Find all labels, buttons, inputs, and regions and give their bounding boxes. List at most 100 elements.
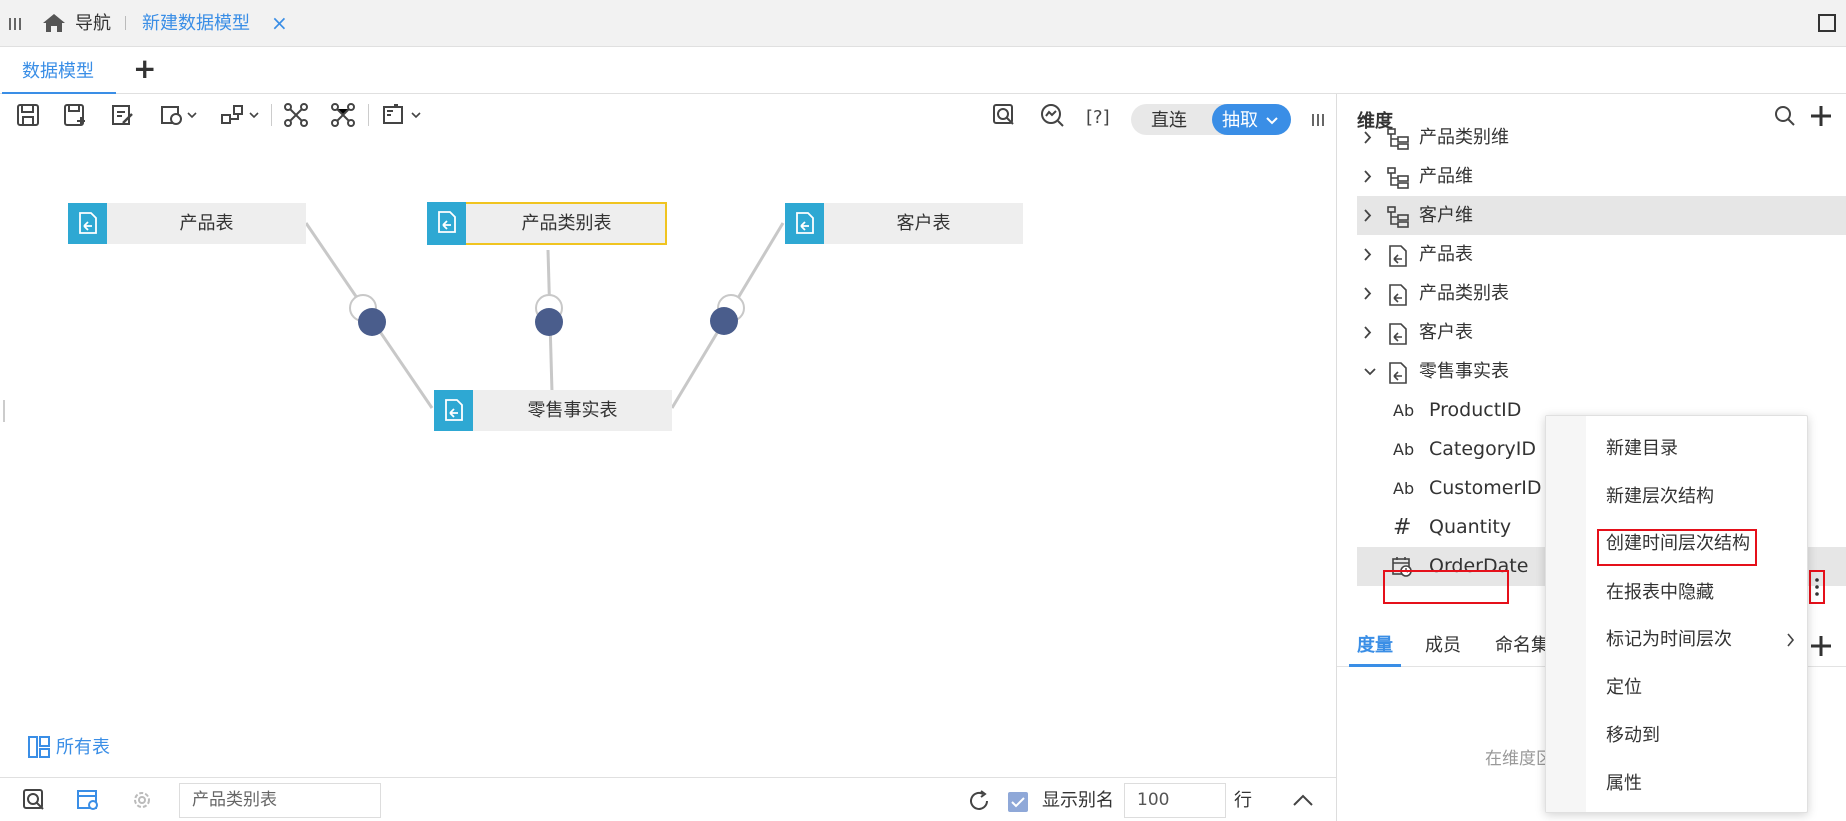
tab-active-underline [2,92,116,94]
search-model-icon[interactable] [990,101,1018,129]
menu-item-new-folder[interactable]: 新建目录 [1606,434,1678,464]
more-options-icon[interactable] [1809,570,1825,604]
orderdate-highlight [1383,570,1509,604]
layout-icon [28,736,50,758]
show-alias-checkbox[interactable] [1008,792,1028,812]
row-count-input[interactable]: 100 [1124,783,1226,818]
tree-item-category-table[interactable]: 产品类别表 [1357,274,1846,313]
menu-toggle-icon[interactable] [8,17,22,31]
menu-item-mark-time-hierarchy[interactable]: 标记为时间层次 [1606,625,1732,655]
text-type-icon: Ab [1393,479,1415,498]
join-node[interactable] [710,307,738,335]
model-canvas[interactable]: 产品表 产品类别表 客户表 零售事实表 所有表 [0,140,1336,780]
chevron-right-icon[interactable] [1363,274,1377,313]
tab-row: 数据模型 + [0,47,1846,94]
join-node[interactable] [535,308,563,336]
chevron-right-icon[interactable] [1363,196,1377,235]
join-node[interactable] [358,308,386,336]
status-bar: 产品类别表 显示别名 100 行 [0,777,1336,821]
layout-dropdown-icon[interactable] [218,101,262,129]
table-icon [434,390,473,431]
number-type-icon: # [1393,515,1412,540]
chevron-right-icon[interactable] [1363,157,1377,196]
auto-relation-icon[interactable] [329,101,357,129]
menu-item-properties[interactable]: 属性 [1606,769,1642,799]
connection-mode-toggle[interactable]: 直连 抽取 [1131,104,1291,135]
tree-item-customer-table[interactable]: 客户表 [1357,313,1846,352]
field-label: CategoryID [1429,438,1537,460]
table-view-icon[interactable] [76,788,100,812]
tree-item-customer-dimension[interactable]: 客户维 [1357,196,1846,235]
text-type-icon: Ab [1393,440,1415,459]
table-name-value: 产品类别表 [192,790,277,810]
tree-item-product-dimension[interactable]: 产品维 [1357,157,1846,196]
relation-icon[interactable] [282,101,310,129]
toolbar-divider [271,104,272,126]
table-label: 产品类别表 [521,213,612,234]
table-name-input[interactable]: 产品类别表 [179,783,381,818]
home-icon[interactable] [42,12,66,34]
nav-link[interactable]: 导航 [75,0,111,47]
chevron-up-icon[interactable] [1292,792,1314,808]
chevron-right-icon[interactable] [1363,235,1377,274]
tab-active-underline [1349,664,1401,667]
mode-direct-option[interactable]: 直连 [1151,104,1187,137]
check-icon [1011,797,1025,808]
close-tab-icon[interactable]: × [271,0,288,47]
chevron-down-icon[interactable] [1363,352,1377,391]
table-node-product[interactable]: 产品表 [68,203,306,244]
table-node-sales-fact[interactable]: 零售事实表 [434,390,672,431]
tree-item-label: 产品表 [1419,244,1473,265]
table-label: 零售事实表 [527,400,618,421]
add-tab-button[interactable]: + [133,51,156,87]
tab-named-sets[interactable]: 命名集 [1495,624,1549,667]
chevron-right-icon[interactable] [1363,118,1377,157]
preview-dropdown-icon[interactable] [380,101,424,129]
submenu-chevron-icon [1787,633,1795,647]
save-as-icon[interactable] [61,101,89,129]
search-table-icon[interactable] [22,788,46,812]
tree-item-product-table[interactable]: 产品表 [1357,235,1846,274]
model-tab-title[interactable]: 新建数据模型 [142,0,250,47]
edit-properties-icon[interactable] [108,101,136,129]
tab-members[interactable]: 成员 [1425,624,1461,667]
tree-item-category-dimension[interactable]: 产品类别维 [1357,118,1846,157]
tree-item-label: 产品类别维 [1419,127,1509,148]
mode-extract-option[interactable]: 抽取 [1212,104,1291,135]
menu-item-move-to[interactable]: 移动到 [1606,721,1660,751]
hierarchy-icon [1387,206,1409,228]
menu-item-locate[interactable]: 定位 [1606,673,1642,703]
refresh-icon[interactable] [967,789,991,813]
tree-item-label: 零售事实表 [1419,361,1509,382]
zoom-icon[interactable] [1038,101,1066,129]
maximize-icon[interactable] [1818,14,1836,32]
breadcrumb-divider [125,16,126,30]
table-node-category[interactable]: 产品类别表 [427,202,667,245]
menu-item-highlight [1597,529,1757,566]
splitter-handle[interactable] [3,400,5,422]
tree-item-sales-fact-table[interactable]: 零售事实表 [1357,352,1846,391]
row-unit-label: 行 [1234,790,1252,811]
top-bar: 导航 新建数据模型 × [0,0,1846,47]
table-icon [1389,323,1407,345]
tree-item-label: 客户表 [1419,322,1473,343]
field-label: ProductID [1429,399,1522,421]
menu-item-hide-in-report[interactable]: 在报表中隐藏 [1606,578,1714,608]
settings-dropdown-icon[interactable] [158,101,200,129]
add-measure-button[interactable] [1809,634,1833,658]
tab-data-model[interactable]: 数据模型 [22,47,94,94]
tree-item-label: 客户维 [1419,205,1473,226]
chevron-down-icon [1266,117,1278,125]
row-count-value: 100 [1137,790,1170,810]
tab-measures[interactable]: 度量 [1357,624,1393,667]
chevron-right-icon[interactable] [1363,313,1377,352]
field-label: Quantity [1429,516,1512,538]
save-icon[interactable] [14,101,42,129]
hierarchy-icon [1387,128,1409,150]
gear-icon[interactable] [130,788,154,812]
table-node-customer[interactable]: 客户表 [785,203,1023,244]
help-icon[interactable]: [?] [1086,104,1110,132]
panel-toggle-icon[interactable] [1311,113,1325,127]
menu-item-new-hierarchy[interactable]: 新建层次结构 [1606,482,1714,512]
tree-item-label: 产品维 [1419,166,1473,187]
